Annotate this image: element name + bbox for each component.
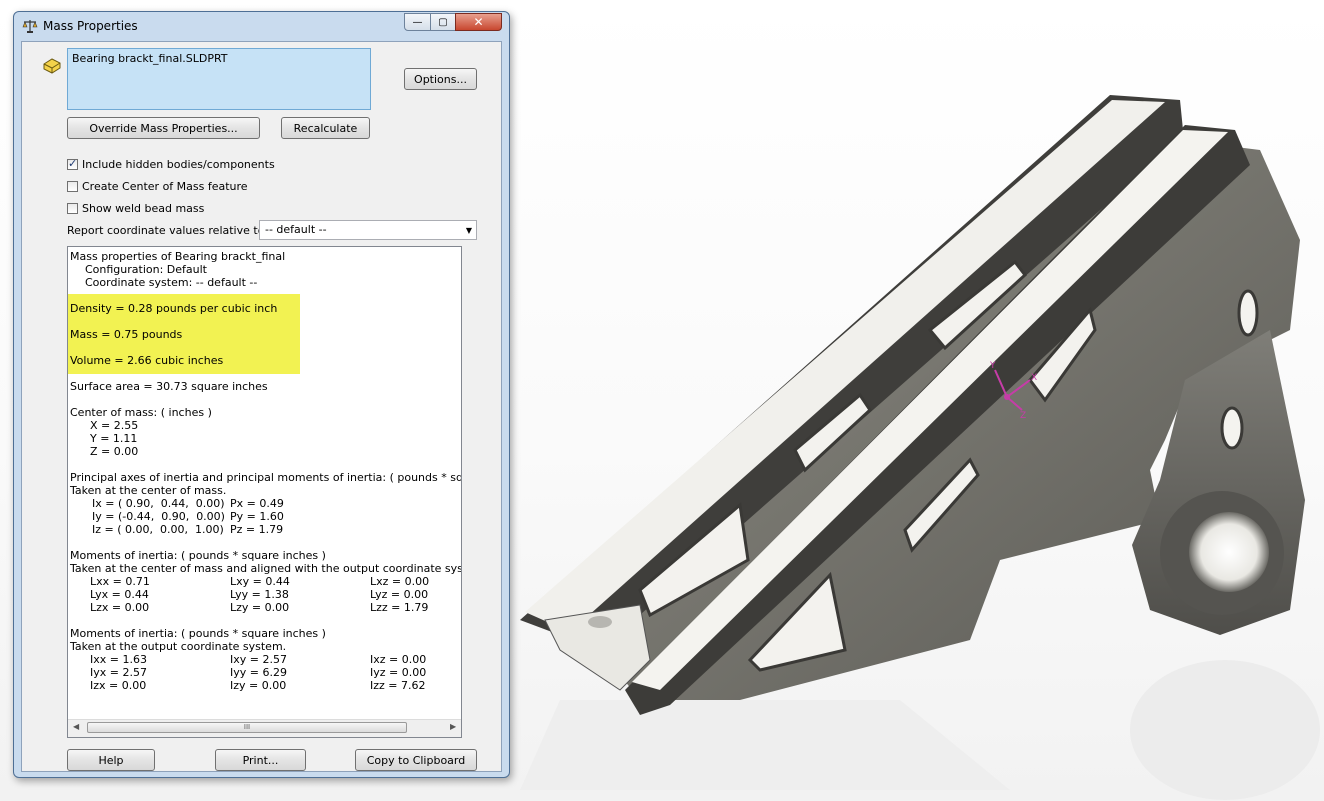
report-com-y: Y = 1.11 bbox=[90, 432, 138, 445]
include-hidden-row[interactable]: Include hidden bodies/components bbox=[67, 156, 275, 172]
scroll-right-icon[interactable]: ▶ bbox=[450, 722, 456, 731]
report-header: Mass properties of Bearing brackt_final bbox=[70, 250, 286, 263]
report-moi1-sub: Taken at the center of mass and aligned … bbox=[70, 562, 461, 575]
report-com-title: Center of mass: ( inches ) bbox=[70, 406, 212, 419]
triad-y-label: Y bbox=[989, 361, 996, 371]
report-surface-area: Surface area = 30.73 square inches bbox=[70, 380, 268, 393]
report-mass: Mass = 0.75 pounds bbox=[70, 328, 183, 341]
report-ixx: Ixx = 1.63 bbox=[90, 653, 147, 666]
include-hidden-checkbox[interactable] bbox=[67, 157, 78, 170]
report-px: Px = 0.49 bbox=[230, 497, 284, 510]
chevron-down-icon: ▼ bbox=[465, 226, 472, 235]
selection-item[interactable]: Bearing brackt_final.SLDPRT bbox=[72, 52, 366, 65]
triad-x-label: X bbox=[1031, 373, 1037, 383]
flange-hole bbox=[588, 616, 612, 628]
report-ixz: Ixz = 0.00 bbox=[370, 653, 427, 666]
report-lxy: Lxy = 0.44 bbox=[230, 575, 290, 588]
report-lyy: Lyy = 1.38 bbox=[230, 588, 289, 601]
report-iz: Iz = ( 0.00, 0.00, 1.00) bbox=[92, 523, 224, 536]
window-title: Mass Properties bbox=[43, 19, 138, 33]
mount-hole-1 bbox=[1237, 289, 1259, 337]
weld-bead-checkbox[interactable] bbox=[67, 202, 78, 214]
report-iyz: Iyz = 0.00 bbox=[370, 666, 427, 679]
report-izy: Izy = 0.00 bbox=[230, 679, 287, 692]
options-button[interactable]: Options... bbox=[404, 68, 477, 90]
copy-to-clipboard-button[interactable]: Copy to Clipboard bbox=[355, 749, 477, 771]
title-bar[interactable]: Mass Properties — ▢ ✕ bbox=[14, 12, 509, 40]
report-principal-sub: Taken at the center of mass. bbox=[70, 484, 227, 497]
close-icon: ✕ bbox=[473, 15, 484, 29]
help-button[interactable]: Help bbox=[67, 749, 155, 771]
create-com-checkbox[interactable] bbox=[67, 180, 78, 192]
scale-icon bbox=[22, 20, 38, 33]
recalculate-button[interactable]: Recalculate bbox=[281, 117, 370, 139]
create-com-row[interactable]: Create Center of Mass feature bbox=[67, 178, 248, 194]
maximize-button[interactable]: ▢ bbox=[430, 13, 456, 31]
report-lzx: Lzx = 0.00 bbox=[90, 601, 150, 614]
minimize-button[interactable]: — bbox=[404, 13, 431, 31]
close-button[interactable]: ✕ bbox=[455, 13, 502, 31]
coord-system-value: -- default -- bbox=[265, 223, 327, 236]
report-izx: Izx = 0.00 bbox=[90, 679, 147, 692]
grip-icon: III bbox=[243, 723, 251, 731]
report-lyz: Lyz = 0.00 bbox=[370, 588, 429, 601]
report-content: Mass properties of Bearing brackt_final … bbox=[68, 247, 461, 721]
report-lzy: Lzy = 0.00 bbox=[230, 601, 290, 614]
scroll-left-icon[interactable]: ◀ bbox=[73, 722, 79, 731]
maximize-icon: ▢ bbox=[438, 16, 448, 28]
report-pz: Pz = 1.79 bbox=[230, 523, 284, 536]
report-moi1-title: Moments of inertia: ( pounds * square in… bbox=[70, 549, 326, 562]
include-hidden-label: Include hidden bodies/components bbox=[82, 157, 275, 171]
report-configuration: Configuration: Default bbox=[85, 263, 207, 276]
triad-z-label: Z bbox=[1020, 411, 1026, 421]
report-panel[interactable]: Mass properties of Bearing brackt_final … bbox=[67, 246, 462, 738]
report-moi2-sub: Taken at the output coordinate system. bbox=[70, 640, 287, 653]
bore-inner bbox=[1189, 512, 1269, 592]
create-com-label: Create Center of Mass feature bbox=[82, 179, 248, 193]
report-iyy: Iyy = 6.29 bbox=[230, 666, 287, 679]
mount-hole-2 bbox=[1220, 406, 1244, 450]
report-com-z: Z = 0.00 bbox=[90, 445, 139, 458]
weld-bead-row[interactable]: Show weld bead mass bbox=[67, 200, 204, 216]
model-reflection bbox=[1130, 660, 1320, 800]
report-com-x: X = 2.55 bbox=[90, 419, 139, 432]
report-iy: Iy = (-0.44, 0.90, 0.00) bbox=[92, 510, 225, 523]
mass-properties-dialog: Mass Properties — ▢ ✕ Bearing brackt_fin… bbox=[13, 11, 510, 778]
report-py: Py = 1.60 bbox=[230, 510, 284, 523]
report-ix: Ix = ( 0.90, 0.44, 0.00) bbox=[92, 497, 225, 510]
coord-label: Report coordinate values relative to: bbox=[67, 224, 269, 237]
report-izz: Izz = 7.62 bbox=[370, 679, 426, 692]
report-principal-title: Principal axes of inertia and principal … bbox=[70, 471, 461, 484]
report-coordinate-system: Coordinate system: -- default -- bbox=[85, 276, 258, 289]
report-lzz: Lzz = 1.79 bbox=[370, 601, 429, 614]
scrollbar-thumb[interactable]: III bbox=[87, 722, 407, 733]
report-ixy: Ixy = 2.57 bbox=[230, 653, 287, 666]
horizontal-scrollbar[interactable]: ◀ III ▶ bbox=[68, 719, 461, 737]
report-iyx: Iyx = 2.57 bbox=[90, 666, 147, 679]
coord-system-select[interactable]: -- default -- ▼ bbox=[259, 220, 477, 240]
part-icon bbox=[43, 58, 61, 74]
dialog-body: Bearing brackt_final.SLDPRT Options... O… bbox=[21, 41, 502, 772]
report-lyx: Lyx = 0.44 bbox=[90, 588, 149, 601]
selection-list[interactable]: Bearing brackt_final.SLDPRT bbox=[67, 48, 371, 110]
override-mass-properties-button[interactable]: Override Mass Properties... bbox=[67, 117, 260, 139]
print-button[interactable]: Print... bbox=[215, 749, 306, 771]
report-volume: Volume = 2.66 cubic inches bbox=[70, 354, 224, 367]
report-lxz: Lxz = 0.00 bbox=[370, 575, 430, 588]
model-shadow bbox=[520, 700, 1010, 790]
minimize-icon: — bbox=[412, 16, 423, 28]
report-lxx: Lxx = 0.71 bbox=[90, 575, 150, 588]
weld-bead-label: Show weld bead mass bbox=[82, 201, 205, 215]
report-density: Density = 0.28 pounds per cubic inch bbox=[70, 302, 278, 315]
report-moi2-title: Moments of inertia: ( pounds * square in… bbox=[70, 627, 326, 640]
